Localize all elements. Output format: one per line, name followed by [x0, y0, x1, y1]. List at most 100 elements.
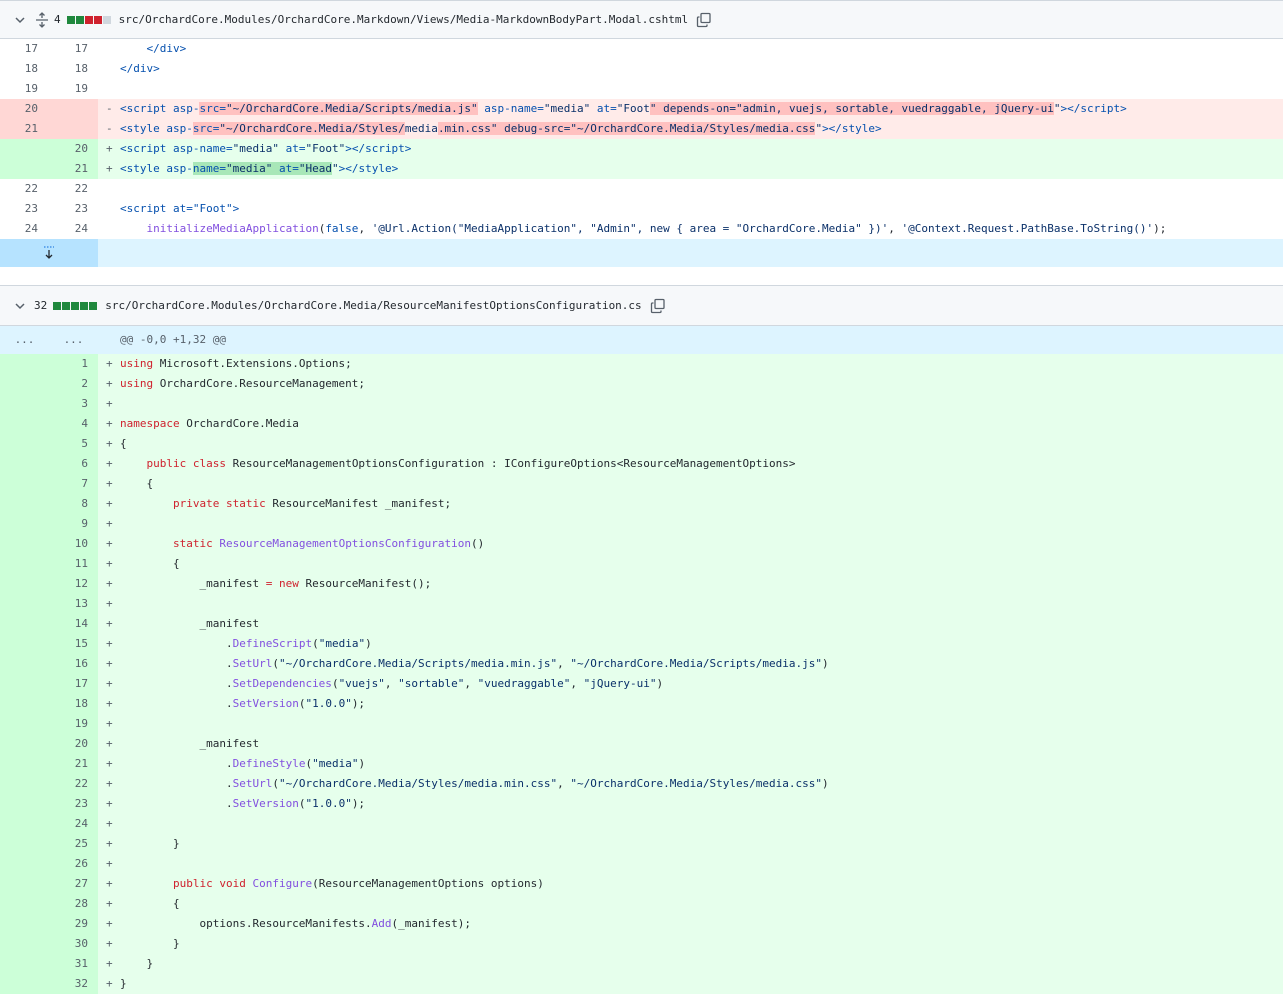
new-line-number[interactable]: 23	[49, 199, 98, 219]
code-line: + .SetVersion("1.0.0");	[98, 694, 1283, 714]
new-line-number[interactable]: 32	[49, 974, 98, 994]
hunk-expand-up[interactable]: ...	[0, 326, 49, 354]
diffstat-block-neutral	[102, 15, 111, 24]
diffstat-block-add	[71, 301, 80, 310]
new-line-number[interactable]: 25	[49, 834, 98, 854]
hunk-expand-down[interactable]: ...	[49, 326, 98, 354]
diff-line: 18 18 </div>	[0, 59, 1283, 79]
diff-line-added: 2 + using OrchardCore.ResourceManagement;	[0, 374, 1283, 394]
new-line-number[interactable]: 20	[49, 139, 98, 159]
unfold-icon[interactable]	[34, 11, 50, 28]
new-line-number[interactable]: 22	[49, 179, 98, 199]
code-line: + {	[98, 554, 1283, 574]
new-line-number[interactable]: 27	[49, 874, 98, 894]
change-count: 32	[34, 299, 48, 312]
code-line: initializeMediaApplication(false, '@Url.…	[146, 222, 1167, 235]
new-line-number[interactable]: 10	[49, 534, 98, 554]
expand-down-icon[interactable]	[0, 239, 98, 267]
new-line-number[interactable]: 3	[49, 394, 98, 414]
new-line-number[interactable]: 24	[49, 219, 98, 239]
new-line-number[interactable]: 23	[49, 794, 98, 814]
new-line-number[interactable]: 17	[49, 674, 98, 694]
old-line-number[interactable]: 18	[0, 59, 49, 79]
new-line-number[interactable]: 12	[49, 574, 98, 594]
diff-line-added: 23 + .SetVersion("1.0.0");	[0, 794, 1283, 814]
new-line-number[interactable]: 19	[49, 714, 98, 734]
new-line-number[interactable]: 21	[49, 754, 98, 774]
diffstat-blocks	[53, 301, 98, 310]
new-line-number[interactable]: 24	[49, 814, 98, 834]
old-line-number[interactable]: 23	[0, 199, 49, 219]
new-line-number[interactable]: 21	[49, 159, 98, 179]
new-line-number[interactable]: 26	[49, 854, 98, 874]
diff-line-added: 28 + {	[0, 894, 1283, 914]
old-line-number	[0, 654, 49, 674]
new-line-number[interactable]: 16	[49, 654, 98, 674]
new-line-number[interactable]: 17	[49, 39, 98, 59]
expander-bar	[98, 239, 1283, 267]
old-line-number	[0, 159, 49, 179]
old-line-number	[0, 434, 49, 454]
chevron-down-icon[interactable]	[14, 300, 26, 312]
diff-line-added: 18 + .SetVersion("1.0.0");	[0, 694, 1283, 714]
new-line-number[interactable]: 14	[49, 614, 98, 634]
code-line: +	[98, 714, 1283, 734]
new-line-number[interactable]: 11	[49, 554, 98, 574]
new-line-number[interactable]: 19	[49, 79, 98, 99]
old-line-number	[0, 754, 49, 774]
old-line-number	[0, 694, 49, 714]
diff-line-added: 27 + public void Configure(ResourceManage…	[0, 874, 1283, 894]
diff-line-added: 8 + private static ResourceManifest _mani…	[0, 494, 1283, 514]
new-line-number[interactable]: 31	[49, 954, 98, 974]
new-line-number[interactable]: 5	[49, 434, 98, 454]
new-line-number[interactable]: 22	[49, 774, 98, 794]
code-line: + using OrchardCore.ResourceManagement;	[98, 374, 1283, 394]
diff-line-added: 31 + }	[0, 954, 1283, 974]
new-line-number[interactable]: 20	[49, 734, 98, 754]
new-line-number[interactable]: 29	[49, 914, 98, 934]
new-line-number[interactable]: 6	[49, 454, 98, 474]
old-line-number	[0, 614, 49, 634]
code-line: +	[98, 514, 1283, 534]
code-line: + public void Configure(ResourceManageme…	[98, 874, 1283, 894]
new-line-number[interactable]: 15	[49, 634, 98, 654]
diff-line-added: 15 + .DefineScript("media")	[0, 634, 1283, 654]
file-path[interactable]: src/OrchardCore.Modules/OrchardCore.Mark…	[119, 13, 689, 26]
new-line-number[interactable]: 13	[49, 594, 98, 614]
old-line-number[interactable]: 19	[0, 79, 49, 99]
new-line-number[interactable]: 4	[49, 414, 98, 434]
new-line-number[interactable]: 8	[49, 494, 98, 514]
new-line-number[interactable]: 18	[49, 59, 98, 79]
old-line-number[interactable]: 20	[0, 99, 49, 119]
code-line: <script at="Foot">	[98, 199, 1283, 219]
diff-line-added: 6 + public class ResourceManagementOption…	[0, 454, 1283, 474]
new-line-number[interactable]: 1	[49, 354, 98, 374]
old-line-number[interactable]: 22	[0, 179, 49, 199]
old-line-number[interactable]: 21	[0, 119, 49, 139]
file-header: 32 src/OrchardCore.Modules/OrchardCore.M…	[0, 285, 1283, 326]
hunk-header-text: @@ -0,0 +1,32 @@	[98, 326, 1283, 354]
new-line-number[interactable]: 18	[49, 694, 98, 714]
copy-icon[interactable]	[650, 298, 666, 314]
diffstat-block-delete	[93, 15, 102, 24]
new-line-number[interactable]: 2	[49, 374, 98, 394]
chevron-down-icon[interactable]	[14, 14, 26, 26]
code-line: </div>	[98, 39, 1283, 59]
old-line-number	[0, 494, 49, 514]
diff-line-added: 5 +{	[0, 434, 1283, 454]
new-line-number[interactable]: 28	[49, 894, 98, 914]
diff-table: ... ... @@ -0,0 +1,32 @@ 1 + using Microso…	[0, 326, 1283, 994]
old-line-number[interactable]: 17	[0, 39, 49, 59]
code-line: + }	[98, 934, 1283, 954]
file-path[interactable]: src/OrchardCore.Modules/OrchardCore.Medi…	[105, 299, 641, 312]
old-line-number	[0, 734, 49, 754]
new-line-number[interactable]: 30	[49, 934, 98, 954]
new-line-number[interactable]: 9	[49, 514, 98, 534]
new-line-number[interactable]: 7	[49, 474, 98, 494]
old-line-number	[0, 774, 49, 794]
old-line-number	[0, 834, 49, 854]
copy-icon[interactable]	[696, 12, 712, 28]
old-line-number[interactable]: 24	[0, 219, 49, 239]
diff-line-added: 12 + _manifest = new ResourceManifest();	[0, 574, 1283, 594]
code-text: <script at="Foot">	[120, 202, 240, 215]
